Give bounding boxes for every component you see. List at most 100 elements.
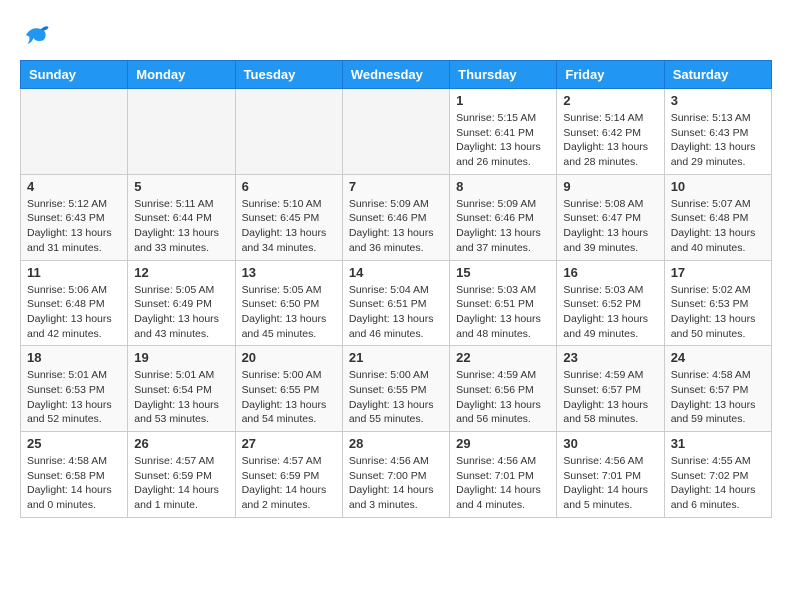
calendar-cell: 15 Sunrise: 5:03 AMSunset: 6:51 PMDayligh…: [450, 260, 557, 346]
day-number: 11: [27, 265, 121, 280]
day-header-monday: Monday: [128, 61, 235, 89]
day-info: Sunrise: 4:59 AMSunset: 6:56 PMDaylight:…: [456, 368, 550, 427]
day-info: Sunrise: 4:59 AMSunset: 6:57 PMDaylight:…: [563, 368, 657, 427]
day-number: 30: [563, 436, 657, 451]
calendar-cell: 24Sunrise: 4:58 AMSunset: 6:57 PMDayligh…: [664, 346, 771, 432]
day-info: Sunrise: 4:57 AMSunset: 6:59 PMDaylight:…: [134, 454, 228, 513]
calendar-cell: 10 Sunrise: 5:07 AMSunset: 6:48 PMDayligh…: [664, 174, 771, 260]
calendar-cell: 26 Sunrise: 4:57 AMSunset: 6:59 PMDayligh…: [128, 432, 235, 518]
calendar-cell: 7 Sunrise: 5:09 AMSunset: 6:46 PMDaylight…: [342, 174, 449, 260]
day-info: Sunrise: 5:09 AMSunset: 6:46 PMDaylight:…: [349, 197, 443, 256]
day-number: 16: [563, 265, 657, 280]
calendar-cell: 31Sunrise: 4:55 AMSunset: 7:02 PMDayligh…: [664, 432, 771, 518]
day-info: Sunrise: 5:01 AMSunset: 6:54 PMDaylight:…: [134, 368, 228, 427]
day-info: Sunrise: 5:06 AMSunset: 6:48 PMDaylight:…: [27, 283, 121, 342]
day-number: 13: [242, 265, 336, 280]
day-number: 2: [563, 93, 657, 108]
day-info: Sunrise: 5:07 AMSunset: 6:48 PMDaylight:…: [671, 197, 765, 256]
logo-icon: [20, 20, 50, 50]
day-header-friday: Friday: [557, 61, 664, 89]
day-info: Sunrise: 4:58 AMSunset: 6:58 PMDaylight:…: [27, 454, 121, 513]
calendar-cell: 4 Sunrise: 5:12 AMSunset: 6:43 PMDaylight…: [21, 174, 128, 260]
calendar-cell: 18Sunrise: 5:01 AMSunset: 6:53 PMDayligh…: [21, 346, 128, 432]
calendar-week-5: 25 Sunrise: 4:58 AMSunset: 6:58 PMDayligh…: [21, 432, 772, 518]
day-info: Sunrise: 5:03 AMSunset: 6:52 PMDaylight:…: [563, 283, 657, 342]
day-info: Sunrise: 5:02 AMSunset: 6:53 PMDaylight:…: [671, 283, 765, 342]
day-info: Sunrise: 5:00 AMSunset: 6:55 PMDaylight:…: [242, 368, 336, 427]
day-number: 10: [671, 179, 765, 194]
calendar-cell: 22 Sunrise: 4:59 AMSunset: 6:56 PMDayligh…: [450, 346, 557, 432]
day-info: Sunrise: 4:56 AMSunset: 7:01 PMDaylight:…: [563, 454, 657, 513]
calendar-cell: 21Sunrise: 5:00 AMSunset: 6:55 PMDayligh…: [342, 346, 449, 432]
calendar-cell: 12 Sunrise: 5:05 AMSunset: 6:49 PMDayligh…: [128, 260, 235, 346]
day-number: 22: [456, 350, 550, 365]
calendar-cell: 16 Sunrise: 5:03 AMSunset: 6:52 PMDayligh…: [557, 260, 664, 346]
calendar-cell: 25 Sunrise: 4:58 AMSunset: 6:58 PMDayligh…: [21, 432, 128, 518]
day-number: 26: [134, 436, 228, 451]
day-info: Sunrise: 5:03 AMSunset: 6:51 PMDaylight:…: [456, 283, 550, 342]
calendar-cell: 11 Sunrise: 5:06 AMSunset: 6:48 PMDayligh…: [21, 260, 128, 346]
day-number: 15: [456, 265, 550, 280]
day-header-wednesday: Wednesday: [342, 61, 449, 89]
day-number: 29: [456, 436, 550, 451]
day-number: 5: [134, 179, 228, 194]
day-info: Sunrise: 5:14 AMSunset: 6:42 PMDaylight:…: [563, 111, 657, 170]
calendar-cell: [235, 89, 342, 175]
day-number: 14: [349, 265, 443, 280]
calendar-cell: 28Sunrise: 4:56 AMSunset: 7:00 PMDayligh…: [342, 432, 449, 518]
page-header: [20, 20, 772, 50]
calendar-cell: 2 Sunrise: 5:14 AMSunset: 6:42 PMDaylight…: [557, 89, 664, 175]
calendar-cell: [128, 89, 235, 175]
day-info: Sunrise: 5:11 AMSunset: 6:44 PMDaylight:…: [134, 197, 228, 256]
day-info: Sunrise: 4:57 AMSunset: 6:59 PMDaylight:…: [242, 454, 336, 513]
day-number: 27: [242, 436, 336, 451]
calendar-week-2: 4 Sunrise: 5:12 AMSunset: 6:43 PMDaylight…: [21, 174, 772, 260]
day-info: Sunrise: 4:56 AMSunset: 7:00 PMDaylight:…: [349, 454, 443, 513]
day-number: 9: [563, 179, 657, 194]
day-header-thursday: Thursday: [450, 61, 557, 89]
day-number: 12: [134, 265, 228, 280]
day-number: 3: [671, 93, 765, 108]
day-info: Sunrise: 5:13 AMSunset: 6:43 PMDaylight:…: [671, 111, 765, 170]
day-info: Sunrise: 5:12 AMSunset: 6:43 PMDaylight:…: [27, 197, 121, 256]
day-info: Sunrise: 5:09 AMSunset: 6:46 PMDaylight:…: [456, 197, 550, 256]
day-header-sunday: Sunday: [21, 61, 128, 89]
day-info: Sunrise: 5:15 AMSunset: 6:41 PMDaylight:…: [456, 111, 550, 170]
calendar-cell: 13 Sunrise: 5:05 AMSunset: 6:50 PMDayligh…: [235, 260, 342, 346]
day-info: Sunrise: 4:58 AMSunset: 6:57 PMDaylight:…: [671, 368, 765, 427]
day-number: 4: [27, 179, 121, 194]
calendar-cell: 27 Sunrise: 4:57 AMSunset: 6:59 PMDayligh…: [235, 432, 342, 518]
calendar-cell: 14Sunrise: 5:04 AMSunset: 6:51 PMDayligh…: [342, 260, 449, 346]
calendar-week-3: 11 Sunrise: 5:06 AMSunset: 6:48 PMDayligh…: [21, 260, 772, 346]
day-number: 20: [242, 350, 336, 365]
calendar-cell: 20 Sunrise: 5:00 AMSunset: 6:55 PMDayligh…: [235, 346, 342, 432]
day-number: 6: [242, 179, 336, 194]
calendar-cell: [342, 89, 449, 175]
day-number: 23: [563, 350, 657, 365]
day-header-saturday: Saturday: [664, 61, 771, 89]
day-info: Sunrise: 5:05 AMSunset: 6:50 PMDaylight:…: [242, 283, 336, 342]
calendar-week-4: 18Sunrise: 5:01 AMSunset: 6:53 PMDayligh…: [21, 346, 772, 432]
logo: [20, 20, 54, 50]
day-number: 19: [134, 350, 228, 365]
calendar-cell: 29 Sunrise: 4:56 AMSunset: 7:01 PMDayligh…: [450, 432, 557, 518]
day-info: Sunrise: 4:55 AMSunset: 7:02 PMDaylight:…: [671, 454, 765, 513]
day-number: 8: [456, 179, 550, 194]
day-info: Sunrise: 5:08 AMSunset: 6:47 PMDaylight:…: [563, 197, 657, 256]
day-number: 17: [671, 265, 765, 280]
day-number: 7: [349, 179, 443, 194]
day-info: Sunrise: 5:00 AMSunset: 6:55 PMDaylight:…: [349, 368, 443, 427]
day-info: Sunrise: 5:10 AMSunset: 6:45 PMDaylight:…: [242, 197, 336, 256]
day-number: 1: [456, 93, 550, 108]
calendar-cell: 9 Sunrise: 5:08 AMSunset: 6:47 PMDaylight…: [557, 174, 664, 260]
day-number: 18: [27, 350, 121, 365]
day-info: Sunrise: 4:56 AMSunset: 7:01 PMDaylight:…: [456, 454, 550, 513]
calendar-cell: [21, 89, 128, 175]
calendar-week-1: 1 Sunrise: 5:15 AMSunset: 6:41 PMDaylight…: [21, 89, 772, 175]
calendar-cell: 19 Sunrise: 5:01 AMSunset: 6:54 PMDayligh…: [128, 346, 235, 432]
day-info: Sunrise: 5:05 AMSunset: 6:49 PMDaylight:…: [134, 283, 228, 342]
day-number: 25: [27, 436, 121, 451]
calendar-cell: 23 Sunrise: 4:59 AMSunset: 6:57 PMDayligh…: [557, 346, 664, 432]
calendar-cell: 3 Sunrise: 5:13 AMSunset: 6:43 PMDaylight…: [664, 89, 771, 175]
calendar: SundayMondayTuesdayWednesdayThursdayFrid…: [20, 60, 772, 518]
